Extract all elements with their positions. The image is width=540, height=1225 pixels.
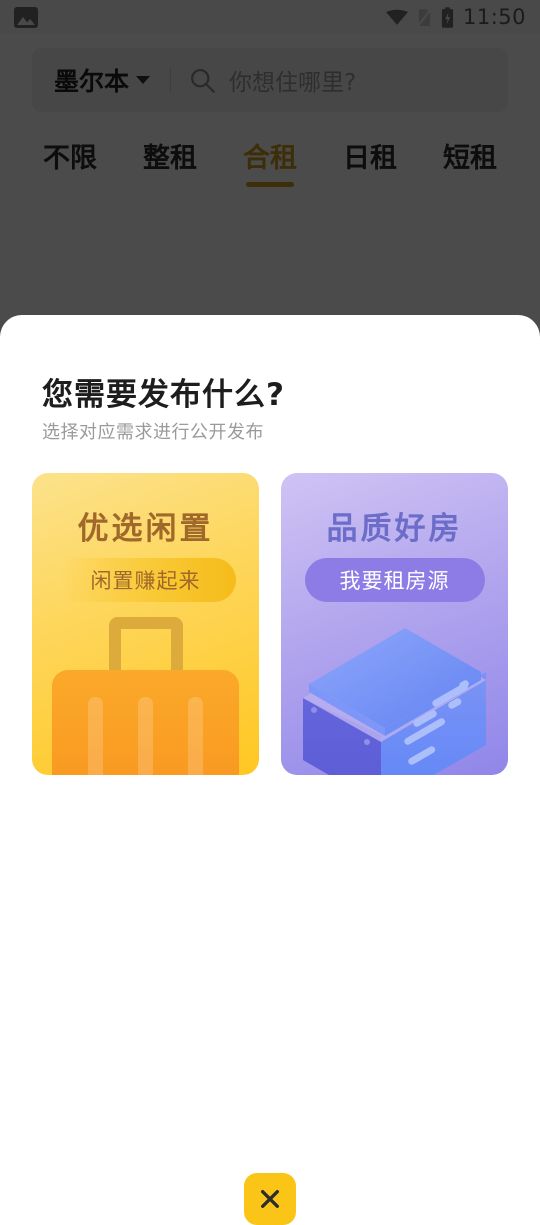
card-action-pill[interactable]: 闲置赚起来 [55,558,236,602]
card-title: 品质好房 [326,511,463,547]
card-action-pill[interactable]: 我要租房源 [304,558,485,602]
card-title: 优选闲置 [77,511,214,547]
suitcase-icon [32,605,259,775]
publish-option-quality-house[interactable]: 品质好房 我要租房源 [281,473,508,775]
close-button[interactable] [244,1173,296,1225]
sheet-subtitle: 选择对应需求进行公开发布 [42,422,264,443]
isometric-building-icon [303,628,486,775]
sheet-title: 您需要发布什么? [42,377,285,413]
publish-option-idle-goods[interactable]: 优选闲置 闲置赚起来 [32,473,259,775]
publish-options: 优选闲置 闲置赚起来 品质好房 我要租房源 [32,473,508,775]
publish-bottom-sheet: 您需要发布什么? 选择对应需求进行公开发布 优选闲置 闲置赚起来 品质好房 我要… [0,315,540,1225]
close-icon [261,1190,279,1208]
